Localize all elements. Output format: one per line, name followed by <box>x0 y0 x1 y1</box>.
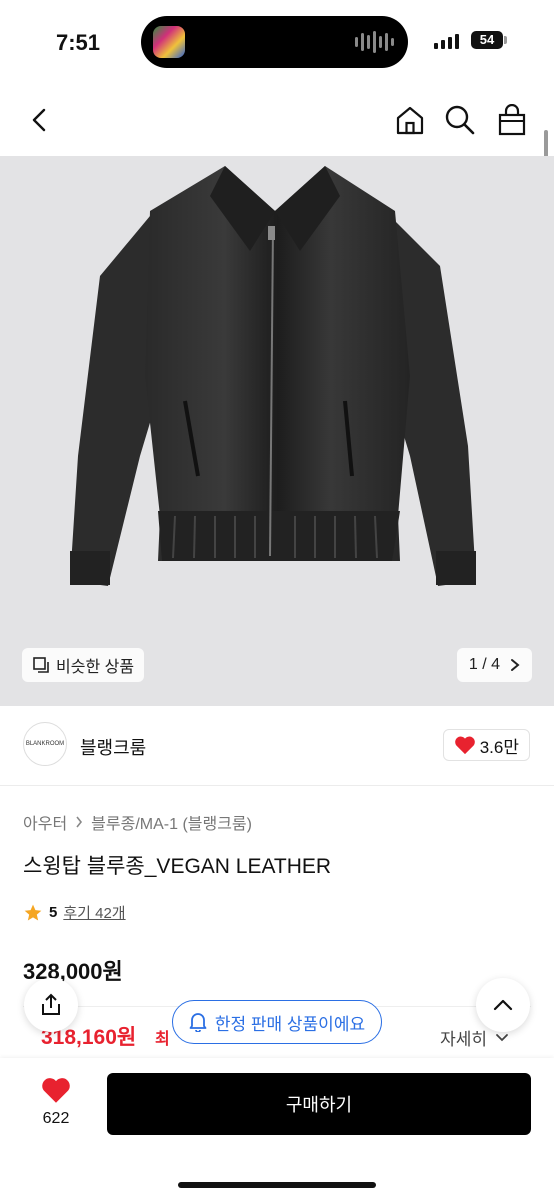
similar-products-button[interactable]: 비슷한 상품 <box>22 648 145 682</box>
limited-sale-banner[interactable]: 한정 판매 상품이에요 <box>172 1000 382 1044</box>
status-time: 7:51 <box>56 30 101 55</box>
battery-icon: 54 <box>471 31 503 49</box>
similar-products-label: 비슷한 상품 <box>56 659 135 676</box>
image-pager-button[interactable]: 1 / 4 <box>456 648 532 682</box>
sale-price-suffix: 최 <box>155 1031 170 1048</box>
home-button[interactable] <box>390 100 430 140</box>
brand-like-button[interactable]: 3.6만 <box>442 729 530 761</box>
now-playing-app-icon <box>153 26 185 58</box>
search-button[interactable] <box>440 100 480 140</box>
chevron-right-icon <box>76 816 83 828</box>
review-link[interactable]: 후기 42개 <box>63 902 125 923</box>
breadcrumb: 아우터 블루종/MA-1 (블랭크룸) <box>23 810 252 834</box>
limited-sale-label: 한정 판매 상품이에요 <box>214 1014 366 1034</box>
share-icon <box>42 993 60 1015</box>
brand-name[interactable]: 블랭크룸 <box>80 734 146 760</box>
rating-row[interactable]: 5 후기 42개 <box>23 902 126 923</box>
signal-icon <box>434 34 459 49</box>
similar-products-icon <box>33 657 49 673</box>
share-button[interactable] <box>24 978 78 1032</box>
chevron-right-icon <box>511 659 520 671</box>
battery-tip <box>504 36 507 44</box>
back-button[interactable] <box>20 100 60 140</box>
image-pager-label: 1 / 4 <box>468 656 500 673</box>
like-button[interactable]: 622 <box>30 1076 82 1128</box>
home-icon <box>396 106 424 135</box>
breadcrumb-item[interactable]: 블루종/MA-1 (블랭크룸) <box>91 810 252 834</box>
chevron-left-icon <box>32 108 46 132</box>
bell-icon <box>189 1013 207 1032</box>
brand-like-count: 3.6만 <box>479 737 519 757</box>
heart-icon <box>454 736 475 755</box>
breadcrumb-item[interactable]: 아우터 <box>23 810 67 834</box>
rating-value: 5 <box>49 904 58 921</box>
product-title: 스윙탑 블루종_VEGAN LEATHER <box>23 855 332 878</box>
scroll-top-button[interactable] <box>476 978 530 1032</box>
star-icon <box>24 904 42 920</box>
shopping-bag-icon <box>498 104 526 136</box>
heart-icon <box>42 1078 70 1103</box>
status-bar: 7:51 54 <box>0 0 554 84</box>
search-icon <box>445 105 475 135</box>
product-image <box>70 166 476 586</box>
bottom-bar: 622 구매하기 <box>0 1058 554 1200</box>
cart-button[interactable] <box>492 100 532 140</box>
home-indicator <box>178 1182 376 1188</box>
nav-bar <box>0 90 554 150</box>
brand-logo[interactable]: BLANKROOM <box>23 722 67 766</box>
product-image-carousel[interactable]: 비슷한 상품 1 / 4 <box>0 156 554 706</box>
chevron-up-icon <box>493 999 513 1011</box>
chevron-down-icon <box>496 1033 508 1041</box>
brand-row[interactable]: BLANKROOM 블랭크룸 3.6만 <box>0 706 554 786</box>
audio-wave-icon <box>355 31 394 53</box>
like-count: 622 <box>42 1110 70 1127</box>
price-detail-label: 자세히 <box>440 1030 487 1049</box>
buy-button[interactable]: 구매하기 <box>107 1073 531 1135</box>
dynamic-island <box>141 16 408 68</box>
